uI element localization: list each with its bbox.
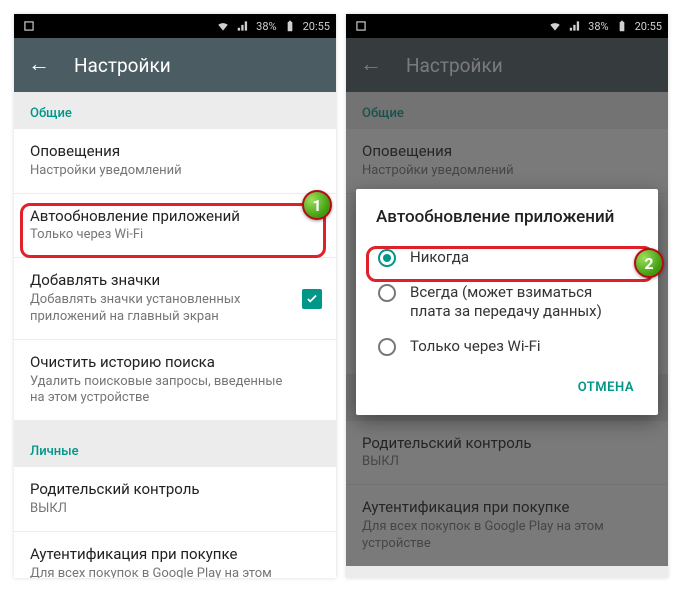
status-bar: 38% 20:55	[346, 14, 668, 38]
radio-option-wifi[interactable]: Только через Wi-Fi	[356, 329, 658, 364]
wifi-icon	[216, 19, 230, 33]
autoupdate-dialog: Автообновление приложений Никогда Всегда…	[356, 189, 658, 415]
screenshot-icon	[354, 19, 368, 33]
annotation-badge-2: 2	[634, 248, 664, 278]
item-title: Аутентификация при покупке	[30, 545, 320, 564]
section-personal: Личные	[14, 430, 336, 467]
item-subtitle: Настройки уведомлений	[30, 163, 320, 180]
phone-left: 38% 20:55 ← Настройки Общие Оповещения Н…	[14, 14, 336, 578]
item-clear-history[interactable]: Очистить историю поиска Удалить поисковы…	[14, 340, 336, 421]
battery-icon	[283, 19, 297, 33]
item-subtitle: Добавлять значки установленных приложени…	[30, 292, 320, 326]
phone-right: 38% 20:55 ← Настройки Общие Оповещения Н…	[346, 14, 668, 578]
dialog-title: Автообновление приложений	[356, 207, 658, 240]
clock: 20:55	[303, 20, 330, 33]
item-title: Очистить историю поиска	[30, 353, 320, 372]
clock: 20:55	[635, 20, 662, 33]
settings-list: Общие Оповещения Настройки уведомлений А…	[14, 92, 336, 578]
page-title: Настройки	[74, 54, 171, 77]
cancel-button[interactable]: ОТМЕНА	[568, 372, 644, 403]
wifi-icon	[548, 19, 562, 33]
item-title: Автообновление приложений	[30, 207, 320, 226]
radio-unchecked-icon	[378, 338, 396, 356]
battery-percent: 38%	[256, 20, 276, 33]
app-bar: ← Настройки	[346, 38, 668, 92]
section-general: Общие	[346, 92, 668, 129]
item-auth: Аутентификация при покупке Для всех поку…	[346, 485, 668, 566]
page-title: Настройки	[406, 54, 503, 77]
item-title: Оповещения	[30, 142, 320, 161]
item-subtitle: Удалить поисковые запросы, введенные на …	[30, 374, 320, 408]
battery-icon	[615, 19, 629, 33]
signal-icon	[236, 19, 250, 33]
status-bar: 38% 20:55	[14, 14, 336, 38]
item-title: Добавлять значки	[30, 271, 320, 290]
item-autoupdate[interactable]: Автообновление приложений Только через W…	[14, 194, 336, 258]
screenshot-icon	[22, 19, 36, 33]
annotation-badge-1: 1	[302, 190, 332, 220]
item-title: Родительский контроль	[30, 480, 320, 499]
back-icon[interactable]: ←	[28, 54, 50, 76]
radio-label: Никогда	[410, 248, 469, 267]
item-subtitle: Только через Wi-Fi	[30, 227, 320, 244]
radio-label: Всегда (может взиматься плата за передач…	[410, 283, 636, 321]
item-notifications[interactable]: Оповещения Настройки уведомлений	[14, 129, 336, 193]
item-subtitle: ВЫКЛ	[30, 501, 320, 518]
item-subtitle: Для всех покупок в Google Play на этом у…	[30, 566, 320, 578]
checkbox-checked-icon[interactable]	[302, 289, 322, 309]
battery-percent: 38%	[588, 20, 608, 33]
radio-unchecked-icon	[378, 284, 396, 302]
radio-checked-icon	[378, 249, 396, 267]
back-icon[interactable]: ←	[360, 54, 382, 76]
radio-label: Только через Wi-Fi	[410, 337, 541, 356]
section-general: Общие	[14, 92, 336, 129]
signal-icon	[568, 19, 582, 33]
radio-option-never[interactable]: Никогда	[356, 240, 658, 275]
item-parental: Родительский контроль ВЫКЛ	[346, 421, 668, 485]
radio-option-always[interactable]: Всегда (может взиматься плата за передач…	[356, 275, 658, 329]
item-notifications: Оповещения Настройки уведомлений	[346, 129, 668, 193]
item-auth[interactable]: Аутентификация при покупке Для всех поку…	[14, 532, 336, 578]
item-parental[interactable]: Родительский контроль ВЫКЛ	[14, 467, 336, 531]
item-add-icons[interactable]: Добавлять значки Добавлять значки устано…	[14, 258, 336, 339]
app-bar: ← Настройки	[14, 38, 336, 92]
